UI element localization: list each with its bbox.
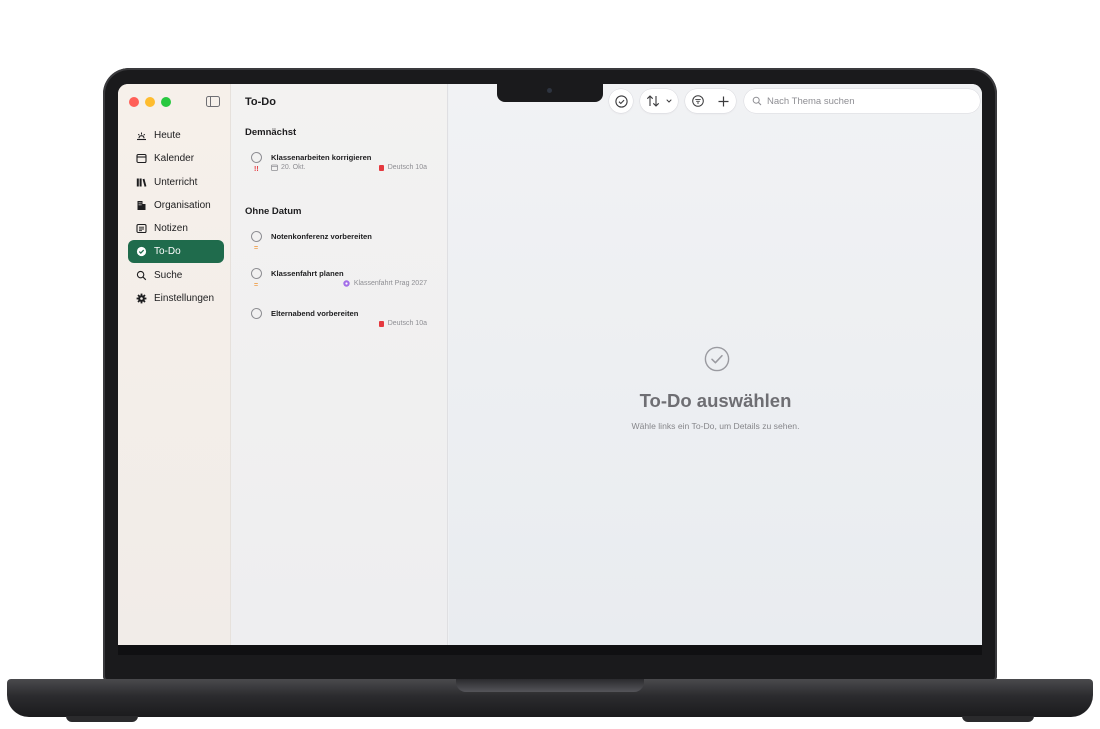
todo-title: Klassenfahrt planen	[271, 269, 344, 278]
section-title-no-date: Ohne Datum	[245, 206, 302, 217]
todo-complete-checkbox[interactable]	[251, 268, 262, 279]
close-window-button[interactable]	[129, 97, 139, 107]
books-icon	[136, 177, 147, 188]
laptop-chin	[118, 645, 982, 655]
camera-icon	[547, 88, 552, 93]
laptop-opening-groove	[456, 679, 644, 692]
todo-item[interactable]: Klassenfahrt planen = Klassenfahrt Prag …	[251, 268, 427, 296]
priority-indicator: =	[254, 282, 259, 289]
detail-pane: To-Do auswählen Wähle links ein To-Do, u…	[449, 84, 982, 645]
sidebar-item-unterricht[interactable]: Unterricht	[128, 171, 224, 194]
sidebar-item-suche[interactable]: Suche	[128, 264, 224, 287]
page-title: To-Do	[245, 96, 276, 108]
minimize-window-button[interactable]	[145, 97, 155, 107]
plus-icon	[718, 96, 729, 107]
todo-tag: Klassenfahrt Prag 2027	[343, 280, 427, 287]
app-window: Heute Kalender Unterricht Organisation N…	[118, 84, 982, 645]
todo-tag-text: Deutsch 10a	[387, 320, 427, 327]
section-title-upcoming: Demnächst	[245, 127, 297, 138]
todo-complete-checkbox[interactable]	[251, 231, 262, 242]
sidebar-item-label: Heute	[154, 130, 181, 141]
todo-complete-checkbox[interactable]	[251, 308, 262, 319]
sidebar-toggle-icon[interactable]	[206, 96, 220, 107]
calendar-icon	[136, 153, 147, 164]
sidebar-nav: Heute Kalender Unterricht Organisation N…	[128, 124, 224, 310]
sidebar-item-label: Notizen	[154, 223, 188, 235]
sidebar-item-label: To-Do	[154, 246, 181, 258]
sidebar-item-label: Organisation	[154, 199, 211, 211]
empty-state-subtitle: Wähle links ein To-Do, um Details zu seh…	[631, 421, 800, 431]
sidebar-item-kalender[interactable]: Kalender	[128, 147, 224, 170]
sidebar-item-heute[interactable]: Heute	[128, 124, 224, 147]
sidebar-item-einstellungen[interactable]: Einstellungen	[128, 287, 224, 310]
sort-arrows-icon	[646, 95, 660, 107]
laptop-foot-right	[962, 716, 1034, 722]
priority-indicator: =	[254, 245, 259, 252]
todo-title: Elternabend vorbereiten	[271, 309, 359, 318]
filter-add-group	[685, 89, 736, 113]
sidebar-item-label: Unterricht	[154, 176, 198, 188]
todo-tag: Deutsch 10a	[378, 320, 427, 327]
add-todo-button[interactable]	[718, 96, 729, 107]
checkmark-circle-icon	[704, 346, 730, 372]
complete-todo-button[interactable]	[609, 89, 633, 113]
search-input[interactable]	[767, 95, 967, 107]
filter-icon	[692, 95, 704, 107]
sidebar-item-label: Kalender	[154, 153, 195, 165]
search-icon	[752, 96, 762, 106]
todo-title: Klassenarbeiten korrigieren	[271, 153, 372, 162]
note-icon	[136, 223, 147, 234]
sidebar-item-notizen[interactable]: Notizen	[128, 217, 224, 240]
todo-complete-checkbox[interactable]	[251, 152, 262, 163]
chevron-down-icon	[666, 99, 672, 103]
bookmark-icon	[378, 320, 384, 327]
todo-date-text: 20. Okt.	[281, 164, 306, 171]
zoom-window-button[interactable]	[161, 97, 171, 107]
calendar-icon	[271, 164, 278, 171]
todo-tag-text: Deutsch 10a	[387, 164, 427, 171]
laptop-foot-left	[66, 716, 138, 722]
sidebar-item-todo[interactable]: To-Do	[128, 240, 224, 264]
todo-list-panel: To-Do Demnächst Klassenarbeiten korrigie…	[231, 84, 448, 645]
sunrise-icon	[136, 130, 147, 141]
todo-item[interactable]: Notenkonferenz vorbereiten =	[251, 231, 427, 259]
todo-item[interactable]: Klassenarbeiten korrigieren !! 20. Okt. …	[251, 152, 427, 180]
sidebar-item-organisation[interactable]: Organisation	[128, 194, 224, 217]
bookmark-icon	[378, 164, 384, 171]
priority-indicator: !!	[254, 166, 259, 173]
building-icon	[136, 200, 147, 211]
sidebar-item-label: Einstellungen	[154, 293, 215, 305]
todo-title: Notenkonferenz vorbereiten	[271, 232, 372, 241]
todo-item[interactable]: Elternabend vorbereiten Deutsch 10a	[251, 308, 427, 336]
checkmark-circle-icon	[614, 94, 628, 108]
search-field[interactable]	[744, 89, 980, 113]
project-icon	[343, 280, 350, 287]
sidebar-item-label: Suche	[154, 269, 183, 281]
gear-icon	[136, 293, 147, 304]
empty-state-title: To-Do auswählen	[639, 390, 792, 411]
sort-button[interactable]	[640, 89, 678, 113]
todo-tag-text: Klassenfahrt Prag 2027	[353, 280, 427, 287]
camera-notch	[497, 84, 603, 102]
todo-date: 20. Okt.	[271, 164, 306, 171]
sidebar: Heute Kalender Unterricht Organisation N…	[118, 84, 231, 645]
todo-tag: Deutsch 10a	[378, 164, 427, 171]
search-icon	[136, 270, 147, 281]
checkmark-circle-icon	[136, 246, 147, 257]
filter-button[interactable]	[692, 95, 704, 107]
